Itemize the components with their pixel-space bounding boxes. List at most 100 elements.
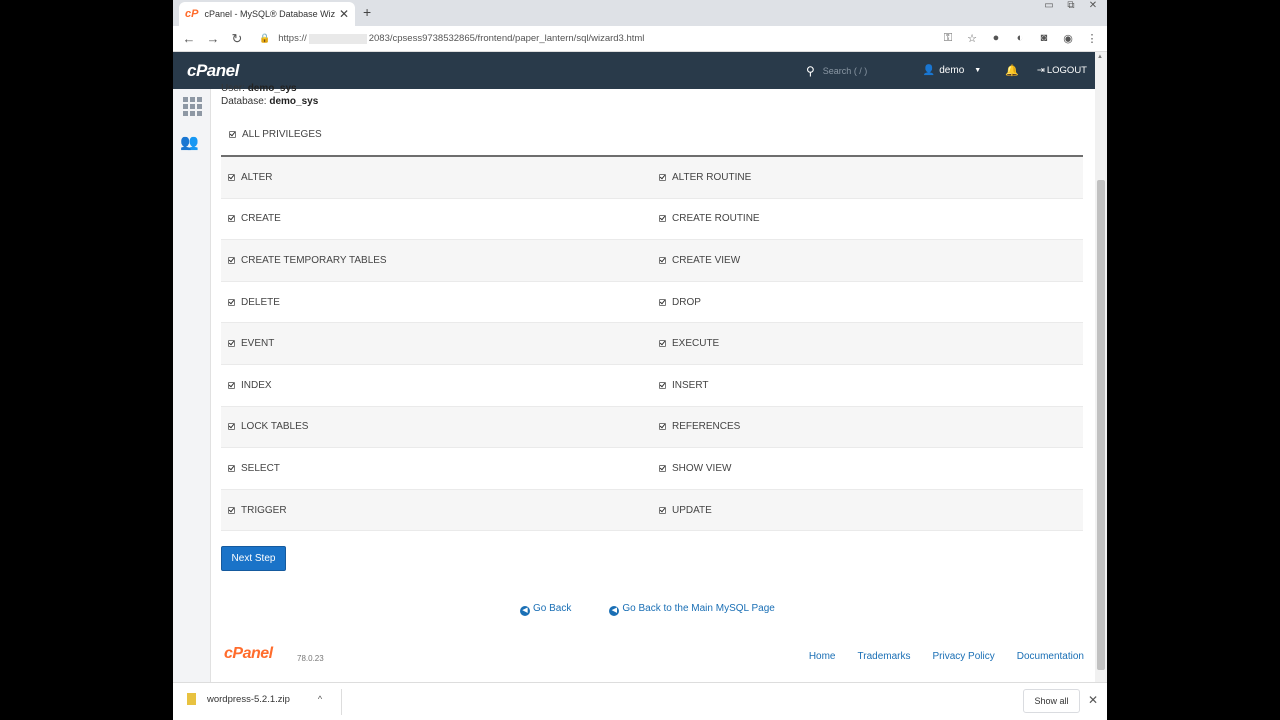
camera-icon[interactable]: ◙ [1035,32,1053,45]
logout-button[interactable]: ⇥ LOGOUT [1037,65,1087,76]
privilege-row: SELECT SHOW VIEW [221,448,1083,490]
zip-file-icon [187,693,196,705]
apps-grid-icon[interactable] [183,97,203,116]
extension-color-icon[interactable]: ◐ [1011,32,1029,45]
profile-icon[interactable]: ◉ [1059,32,1077,45]
reload-icon[interactable]: ↻ [225,31,249,47]
restore-icon[interactable]: ⧉ [1063,0,1079,11]
minimize-icon[interactable]: ▭ [1041,0,1057,11]
bell-icon[interactable]: 🔔 [1005,64,1019,77]
privilege-checkbox[interactable]: UPDATE [652,505,1083,516]
privilege-checkbox[interactable]: INDEX [221,380,652,391]
search-input[interactable]: Search ( / ) [823,66,913,76]
privilege-label: INSERT [672,379,709,391]
checkbox-checked-icon[interactable] [228,381,235,389]
scrollbar-thumb[interactable] [1097,180,1105,670]
caret-down-icon: ▼ [974,67,982,74]
privilege-checkbox[interactable]: REFERENCES [652,421,1083,432]
privilege-checkbox[interactable]: CREATE VIEW [652,255,1083,266]
privilege-checkbox[interactable]: CREATE TEMPORARY TABLES [221,255,652,266]
checkbox-checked-icon[interactable] [228,464,235,472]
privilege-checkbox[interactable]: ALTER ROUTINE [652,172,1083,183]
arrow-left-circle-icon: ◀ [609,606,620,616]
privilege-checkbox[interactable]: LOCK TABLES [221,421,652,432]
privilege-label: TRIGGER [241,504,287,516]
checkbox-checked-icon[interactable] [228,256,235,264]
checkbox-checked-icon[interactable] [659,173,666,181]
privilege-checkbox[interactable]: INSERT [652,380,1083,391]
all-privileges-checkbox[interactable]: ALL PRIVILEGES [229,129,322,140]
checkbox-checked-icon[interactable] [659,506,666,514]
privilege-checkbox[interactable]: DELETE [221,297,652,308]
privilege-checkbox[interactable]: CREATE ROUTINE [652,213,1083,224]
go-back-link[interactable]: ◀ Go Back [520,603,571,616]
privilege-label: ALTER ROUTINE [672,171,752,183]
privilege-label: CREATE TEMPORARY TABLES [241,254,387,266]
user-name: demo [939,65,965,76]
privilege-checkbox[interactable]: EXECUTE [652,338,1083,349]
footer-link-privacy[interactable]: Privacy Policy [932,651,994,662]
user-menu[interactable]: 👤 demo ▼ [923,65,981,76]
url-path: 2083/cpsess9738532865/frontend/paper_lan… [368,33,645,44]
privilege-label: DELETE [241,296,280,308]
users-icon[interactable]: 👥 [180,133,199,151]
privilege-checkbox[interactable]: SELECT [221,463,652,474]
checkbox-checked-icon[interactable] [228,506,235,514]
tab-strip: cP cPanel - MySQL® Database Wiz ✕ + ▭ ⧉ … [173,0,1107,26]
privilege-label: ALTER [241,171,273,183]
chevron-up-icon[interactable]: ^ [318,694,322,704]
menu-kebab-icon[interactable]: ⋮ [1083,32,1101,45]
privilege-label: CREATE [241,213,281,225]
privilege-checkbox[interactable]: CREATE [221,213,652,224]
close-tab-icon[interactable]: ✕ [339,7,349,21]
privilege-checkbox[interactable]: SHOW VIEW [652,463,1083,474]
checkbox-checked-icon[interactable] [228,173,235,181]
cpanel-favicon-icon: cP [185,8,199,20]
footer-link-home[interactable]: Home [809,651,836,662]
checkbox-checked-icon[interactable] [229,131,236,138]
back-arrow-icon[interactable]: ← [177,31,201,47]
checkbox-checked-icon[interactable] [228,215,235,223]
show-all-button[interactable]: Show all [1023,689,1080,713]
bookmark-star-icon[interactable]: ☆ [963,32,981,45]
address-bar[interactable]: 🔒 https:// 2083/cpsess9738532865/fronten… [259,28,939,50]
privilege-checkbox[interactable]: TRIGGER [221,505,652,516]
footer-links: Home Trademarks Privacy Policy Documenta… [809,651,1084,662]
checkbox-checked-icon[interactable] [659,381,666,389]
close-window-icon[interactable]: ✕ [1085,0,1101,11]
checkbox-checked-icon[interactable] [659,298,666,306]
browser-tab[interactable]: cP cPanel - MySQL® Database Wiz ✕ [179,2,355,26]
privilege-label: UPDATE [672,504,712,516]
checkbox-checked-icon[interactable] [659,340,666,348]
footer-link-trademarks[interactable]: Trademarks [858,651,911,662]
privilege-checkbox[interactable]: EVENT [221,338,652,349]
privilege-label: SHOW VIEW [672,462,732,474]
arrow-left-circle-icon: ◀ [520,606,530,616]
key-icon[interactable]: ⚿ [939,32,957,45]
checkbox-checked-icon[interactable] [659,256,666,264]
checkbox-checked-icon[interactable] [228,423,235,431]
cpanel-logo[interactable]: cPanel [187,61,239,81]
checkbox-checked-icon[interactable] [659,464,666,472]
checkbox-checked-icon[interactable] [228,298,235,306]
privilege-checkbox[interactable]: DROP [652,297,1083,308]
database-line: Database: demo_sys [221,96,319,107]
footer-link-documentation[interactable]: Documentation [1017,651,1084,662]
next-step-button[interactable]: Next Step [221,546,286,571]
checkbox-checked-icon[interactable] [228,340,235,348]
page-scrollbar[interactable]: ▲ [1095,52,1107,682]
window-controls: ▭ ⧉ ✕ [1041,0,1101,11]
close-download-bar-icon[interactable]: ✕ [1088,693,1098,707]
checkbox-checked-icon[interactable] [659,423,666,431]
search-box[interactable]: ⚲ Search ( / ) [806,64,913,78]
extension-icon[interactable]: ● [987,32,1005,45]
forward-arrow-icon[interactable]: → [201,31,225,47]
user-line: User: demo_sys [221,83,297,94]
main-mysql-link[interactable]: ◀ Go Back to the Main MySQL Page [609,603,775,616]
checkbox-checked-icon[interactable] [659,215,666,223]
privilege-checkbox[interactable]: ALTER [221,172,652,183]
new-tab-icon[interactable]: + [363,4,371,20]
privilege-row: CREATE CREATE ROUTINE [221,199,1083,241]
scroll-up-icon[interactable]: ▲ [1097,54,1103,60]
download-item[interactable]: wordpress-5.2.1.zip ^ [187,693,322,705]
